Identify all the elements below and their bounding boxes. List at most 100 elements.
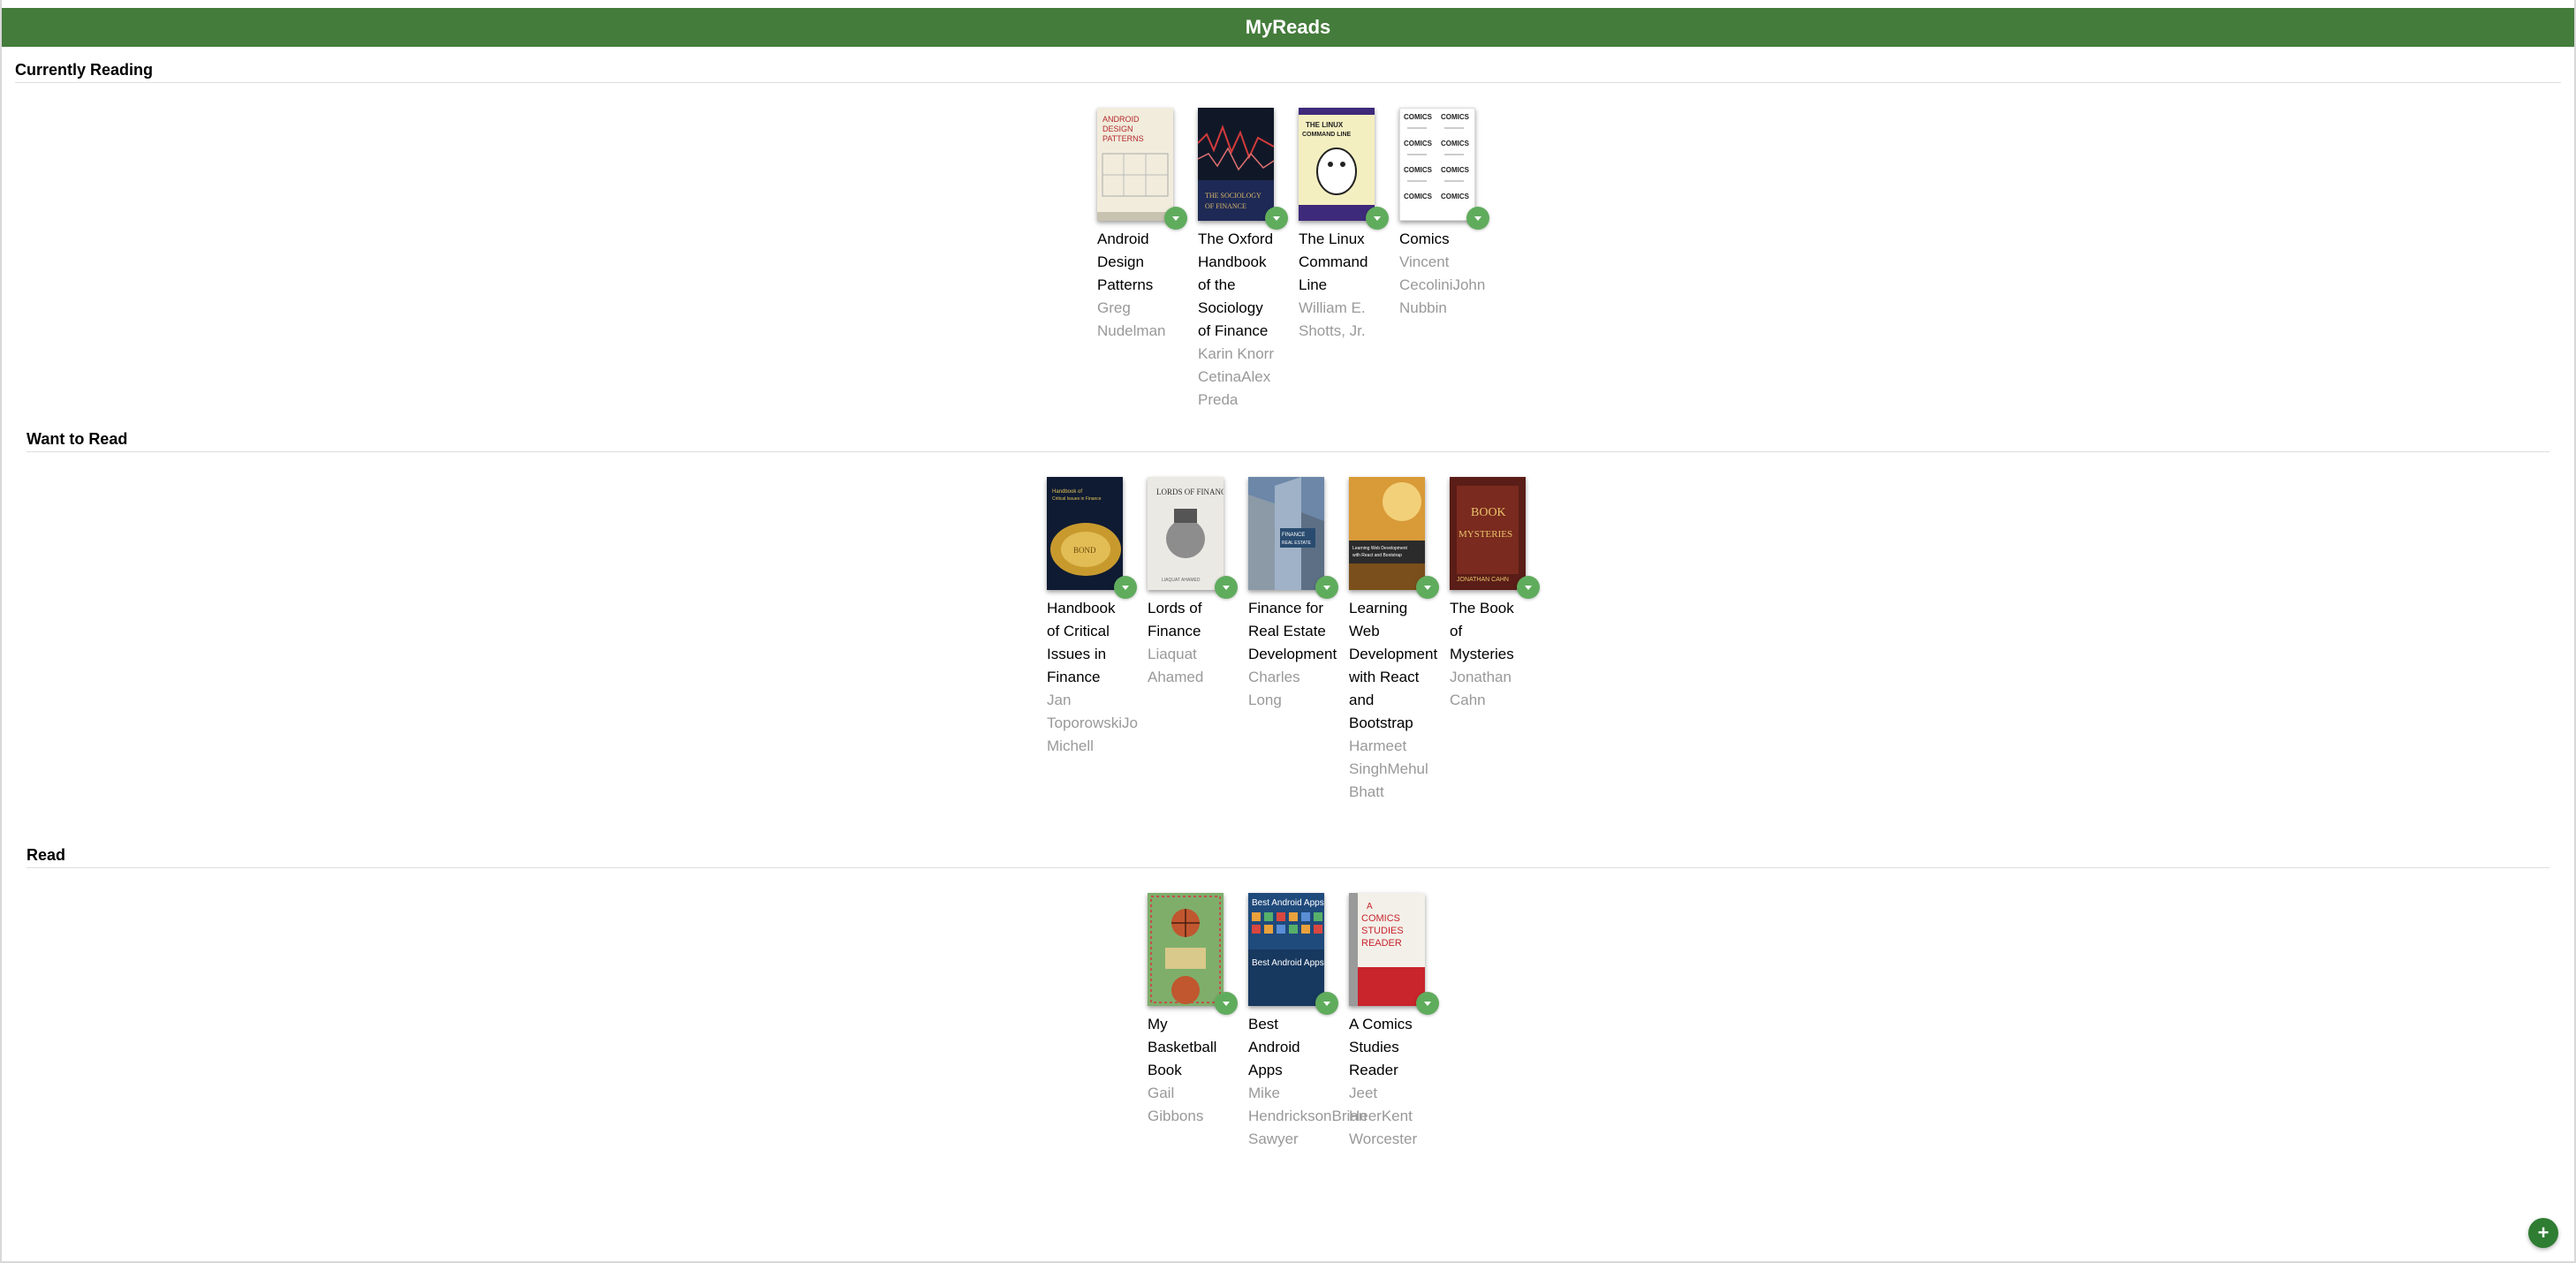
book-item: Learning Web Development with React and … [1349,477,1439,804]
book-cover[interactable]: A COMICS STUDIES READER [1349,893,1425,1006]
book-authors: Harmeet SinghMehul Bhatt [1349,737,1428,800]
add-book-button[interactable]: + [2528,1218,2558,1248]
svg-text:COMICS: COMICS [1404,140,1433,147]
svg-text:DESIGN: DESIGN [1102,125,1133,133]
shelf-divider [15,82,2561,83]
book-cover-art: THE LINUX COMMAND LINE [1299,108,1375,221]
book-title: Learning Web Development with React and … [1349,600,1438,731]
book-cover-art: BOOK MYSTERIES JONATHAN CAHN [1450,477,1526,590]
book-authors: Karin Knorr CetinaAlex Preda [1198,345,1274,408]
shelf-changer-button[interactable] [1315,576,1338,599]
shelf-changer-button[interactable] [1114,576,1137,599]
svg-text:BOOK: BOOK [1471,506,1506,519]
book-cover[interactable]: BOOK MYSTERIES JONATHAN CAHN [1450,477,1526,590]
svg-text:Handbook of: Handbook of [1052,489,1082,495]
shelf-changer-button[interactable] [1315,992,1338,1015]
book-item: Handbook of Critical Issues in Finance B… [1047,477,1138,804]
book-item: Best Android Apps Best Android Apps Best… [1248,893,1368,1151]
book-cover[interactable]: THE SOCIOLOGY OF FINANCE [1198,108,1274,221]
book-authors: William E. Shotts, Jr. [1299,299,1366,339]
book-item: LORDS OF FINANCE LIAQUAT AHAMED Lords of… [1148,477,1238,804]
svg-text:COMICS: COMICS [1404,166,1433,174]
svg-text:PATTERNS: PATTERNS [1102,134,1144,143]
svg-text:READER: READER [1361,938,1402,949]
svg-text:Best Android Apps: Best Android Apps [1252,898,1324,908]
book-cover-art: Best Android Apps Best Android Apps [1248,893,1324,1006]
svg-text:COMICS: COMICS [1441,193,1470,200]
book-title: Handbook of Critical Issues in Finance [1047,600,1116,685]
shelf-title-read: Read [27,846,66,864]
shelf-title-want-to-read: Want to Read [27,430,128,448]
book-item: A COMICS STUDIES READER A Comics Studies… [1349,893,1439,1151]
book-cover[interactable]: ANDROID DESIGN PATTERNS [1097,108,1173,221]
book-item: My Basketball Book Gail Gibbons [1148,893,1238,1151]
svg-text:BOND: BOND [1073,546,1096,555]
svg-text:A: A [1367,902,1373,911]
svg-text:FINANCE: FINANCE [1282,533,1305,538]
svg-text:COMMAND LINE: COMMAND LINE [1302,132,1352,138]
book-cover-art: ANDROID DESIGN PATTERNS [1097,108,1173,221]
book-title: A Comics Studies Reader [1349,1016,1413,1078]
shelf-changer-button[interactable] [1164,207,1187,230]
svg-text:LIAQUAT AHAMED: LIAQUAT AHAMED [1162,578,1201,583]
shelf-changer-button[interactable] [1366,207,1389,230]
book-authors: Mike HendricksonBrian Sawyer [1248,1085,1368,1147]
shelf-changer-button[interactable] [1416,576,1439,599]
book-authors: Greg Nudelman [1097,299,1166,339]
svg-text:THE LINUX: THE LINUX [1306,121,1344,129]
book-title: Android Design Patterns [1097,231,1154,293]
book-title: My Basketball Book [1148,1016,1217,1078]
book-cover-art: A COMICS STUDIES READER [1349,893,1425,1006]
book-cover[interactable]: COMICS COMICS COMICS COMICS COMICS COMICS C… [1399,108,1475,221]
book-authors: Jonathan Cahn [1450,669,1512,708]
book-item: THE LINUX COMMAND LINE The Linux Command… [1299,108,1389,412]
book-item: COMICS COMICS COMICS COMICS COMICS COMICS C… [1399,108,1489,412]
svg-text:ANDROID: ANDROID [1102,115,1140,124]
book-title: Comics [1399,231,1450,247]
book-authors: Liaquat Ahamed [1148,646,1204,685]
book-cover-art: Handbook of Critical Issues in Finance B… [1047,477,1123,590]
svg-text:COMICS: COMICS [1441,166,1470,174]
book-cover[interactable]: Best Android Apps Best Android Apps [1248,893,1324,1006]
shelf-want-to-read: Handbook of Critical Issues in Finance B… [2,477,2574,804]
shelf-changer-button[interactable] [1466,207,1489,230]
book-cover-art: LORDS OF FINANCE LIAQUAT AHAMED [1148,477,1224,590]
book-title: The Linux Command Line [1299,231,1368,293]
shelf-changer-button[interactable] [1215,576,1238,599]
book-cover-art: THE SOCIOLOGY OF FINANCE [1198,108,1274,221]
svg-text:THE SOCIOLOGY: THE SOCIOLOGY [1205,192,1261,200]
svg-text:OF FINANCE: OF FINANCE [1205,202,1246,210]
shelf-changer-button[interactable] [1517,576,1540,599]
book-title: The Oxford Handbook of the Sociology of … [1198,231,1274,339]
app-header: MyReads [2,8,2574,47]
book-cover[interactable]: Learning Web Development with React and … [1349,477,1425,590]
book-cover[interactable]: Handbook of Critical Issues in Finance B… [1047,477,1123,590]
book-cover[interactable] [1148,893,1224,1006]
svg-text:COMICS: COMICS [1441,113,1470,121]
svg-text:LORDS OF FINANCE: LORDS OF FINANCE [1156,488,1224,496]
book-cover[interactable]: THE LINUX COMMAND LINE [1299,108,1375,221]
book-cover-art: FINANCE REAL ESTATE [1248,477,1324,590]
svg-text:COMICS: COMICS [1361,913,1400,924]
shelf-divider [27,867,2549,868]
book-cover[interactable]: FINANCE REAL ESTATE [1248,477,1324,590]
svg-text:COMICS: COMICS [1404,113,1433,121]
svg-text:Critical Issues in Finance: Critical Issues in Finance [1052,496,1102,502]
svg-text:MYSTERIES: MYSTERIES [1458,529,1512,540]
book-title: Lords of Finance [1148,600,1202,639]
book-title: The Book of Mysteries [1450,600,1514,662]
svg-text:with React and Bootstrap: with React and Bootstrap [1352,553,1402,558]
book-authors: Vincent CecoliniJohn Nubbin [1399,253,1486,316]
shelf-read: My Basketball Book Gail Gibbons Best And… [2,893,2574,1151]
svg-text:Learning Web Development: Learning Web Development [1352,546,1408,551]
book-authors: Gail Gibbons [1148,1085,1204,1124]
book-authors: Jan ToporowskiJo Michell [1047,692,1138,754]
shelf-title-currently-reading: Currently Reading [15,61,154,79]
shelf-changer-button[interactable] [1265,207,1288,230]
shelf-changer-button[interactable] [1416,992,1439,1015]
book-item: FINANCE REAL ESTATE Finance for Real Est… [1248,477,1338,804]
book-cover[interactable]: LORDS OF FINANCE LIAQUAT AHAMED [1148,477,1224,590]
shelf-changer-button[interactable] [1215,992,1238,1015]
svg-text:REAL ESTATE: REAL ESTATE [1282,541,1312,546]
book-authors: Charles Long [1248,669,1300,708]
